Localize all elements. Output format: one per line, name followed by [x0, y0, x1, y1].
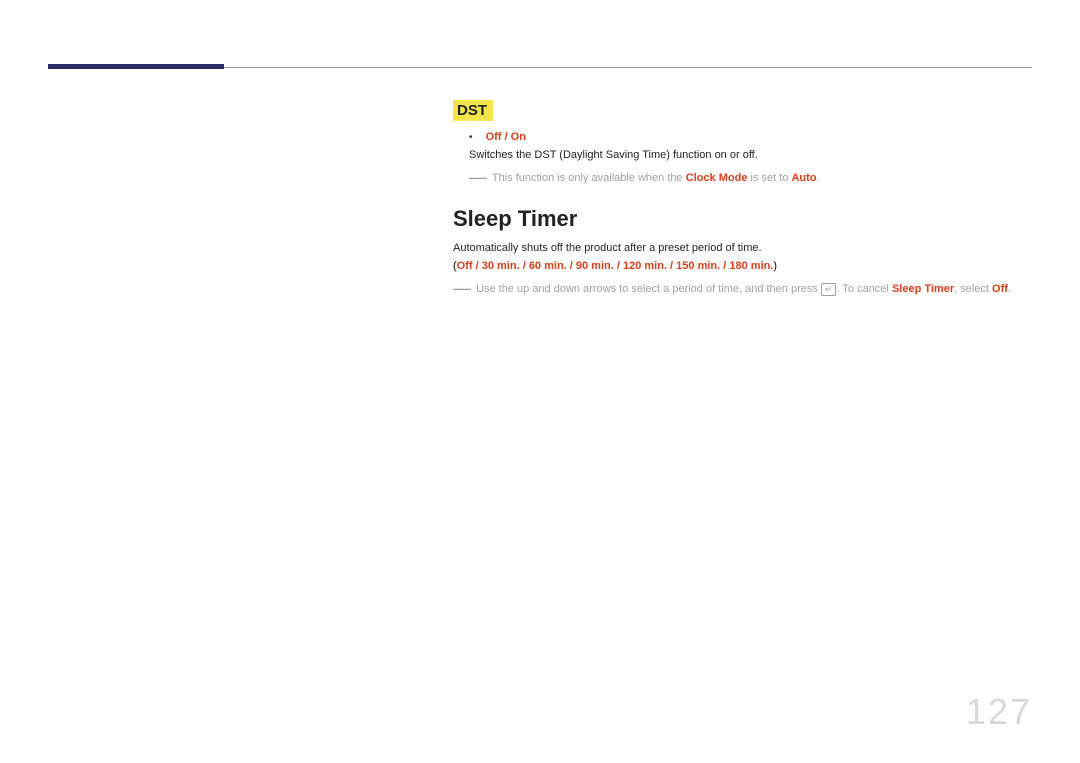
sleep-note-mid: . To cancel [836, 283, 891, 295]
dst-note-auto: Auto [791, 172, 816, 184]
dst-note-prefix: This function is only available when the [492, 172, 686, 184]
page-content: DST • Off / On Switches the DST (Dayligh… [453, 100, 1020, 299]
dst-slash: / [501, 131, 510, 143]
dst-option-on: On [511, 131, 526, 143]
sleep-slash-6: / [720, 260, 729, 272]
close-paren: ) [773, 260, 777, 272]
sleep-opt-180: 180 min. [729, 260, 773, 272]
sleep-note-period: . [1008, 283, 1011, 295]
page-number: 127 [966, 691, 1032, 733]
sleep-opt-60: 60 min. [529, 260, 567, 272]
sleep-opt-150: 150 min. [676, 260, 720, 272]
sleep-note-off: Off [992, 283, 1008, 295]
sleep-opt-30: 30 min. [482, 260, 520, 272]
sleep-opt-off: Off [457, 260, 473, 272]
enter-icon: ↵ [821, 283, 837, 296]
sleep-slash-1: / [473, 260, 482, 272]
sleep-note-prefix: Use the up and down arrows to select a p… [476, 283, 821, 295]
sleep-opt-120: 120 min. [623, 260, 667, 272]
dst-option-off: Off [486, 131, 502, 143]
sleep-timer-heading: Sleep Timer [453, 206, 1020, 232]
dst-note: ― This function is only available when t… [469, 167, 1020, 188]
dst-note-clockmode: Clock Mode [686, 172, 748, 184]
note-dash-icon: ― [469, 167, 487, 187]
sleep-slash-3: / [567, 260, 576, 272]
dst-heading: DST [453, 100, 493, 121]
sleep-description: Automatically shuts off the product afte… [453, 242, 1020, 254]
sleep-opt-90: 90 min. [576, 260, 614, 272]
sleep-slash-5: / [667, 260, 676, 272]
sleep-slash-2: / [520, 260, 529, 272]
header-accent [48, 64, 224, 69]
note-dash-icon: ― [453, 278, 471, 298]
dst-note-mid: is set to [747, 172, 791, 184]
dst-description: Switches the DST (Daylight Saving Time) … [469, 149, 1020, 161]
dst-options: • Off / On [469, 131, 1020, 143]
sleep-note-select: , select [954, 283, 992, 295]
sleep-note-sleeptimer: Sleep Timer [892, 283, 954, 295]
sleep-note: ― Use the up and down arrows to select a… [453, 278, 1020, 299]
sleep-options: (Off / 30 min. / 60 min. / 90 min. / 120… [453, 260, 1020, 272]
sleep-slash-4: / [614, 260, 623, 272]
bullet-icon: • [469, 132, 473, 143]
dst-note-period: . [817, 172, 820, 184]
